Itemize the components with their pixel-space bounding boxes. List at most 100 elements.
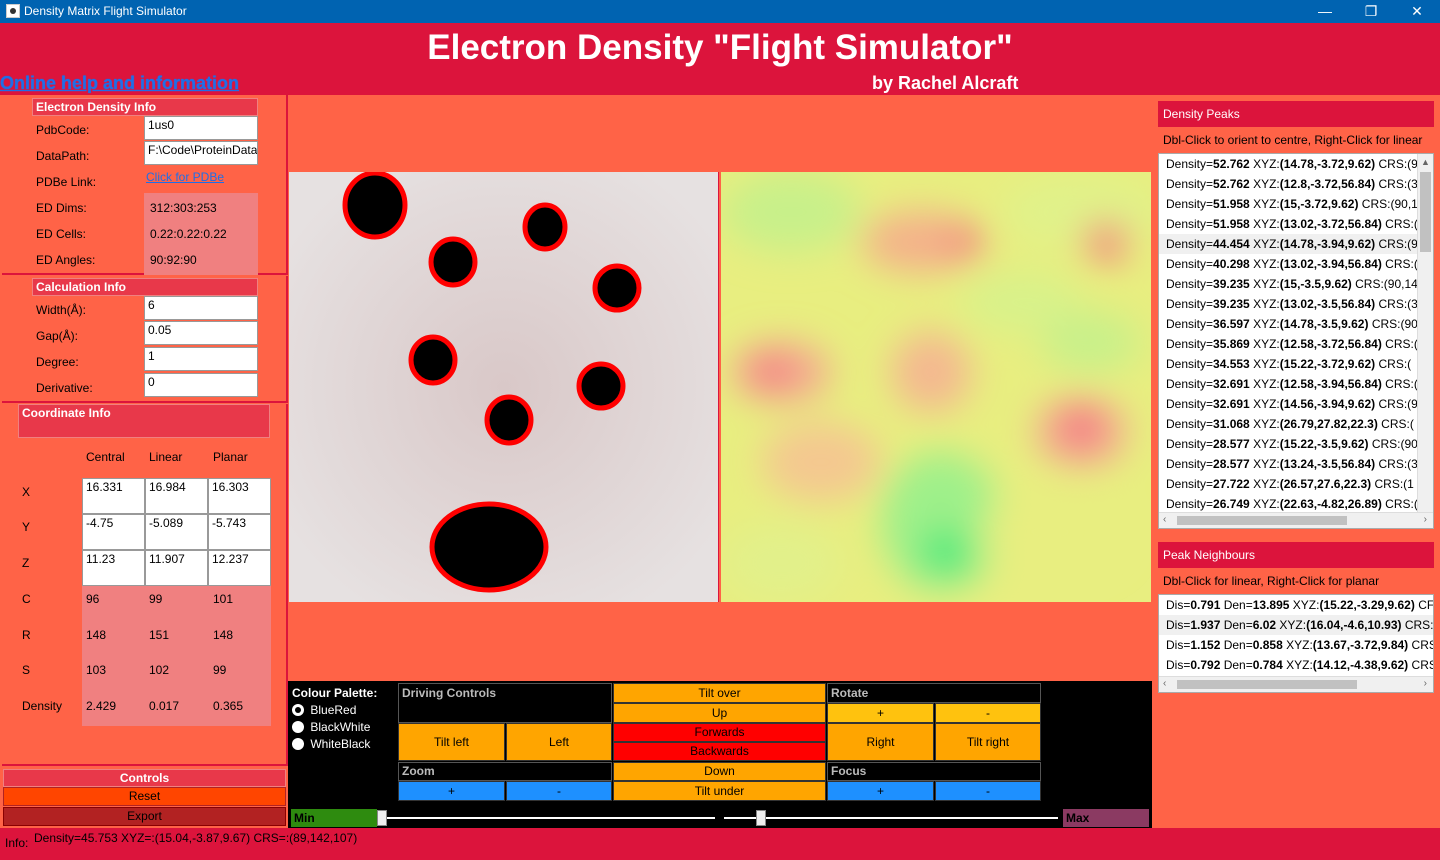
peak-xyz-value: (13.02,-3.5,56.84) [1279,297,1376,311]
z-central-input[interactable]: 11.23 [82,550,145,586]
gap-input[interactable]: 0.05 [144,321,258,345]
peak-neighbours-hscroll-thumb[interactable] [1177,680,1357,689]
peak-density-label: Density= [1166,257,1214,271]
peak-density-value: 32.691 [1213,377,1250,391]
density-peaks-vscroll-thumb[interactable] [1420,172,1431,252]
z-linear-input[interactable]: 11.907 [145,550,208,586]
zoom-plus-button[interactable]: + [398,781,505,801]
density-peak-item[interactable]: Density=28.577 XYZ:(13.24,-3.5,56.84) CR… [1159,454,1418,474]
peak-crs-value: CRS:(90,1 [1358,197,1418,211]
palette-option-whiteblack[interactable]: WhiteBlack [292,736,370,751]
peak-xyz-value: (15,-3.72,9.62) [1279,197,1359,211]
density-peak-item[interactable]: Density=36.597 XYZ:(14.78,-3.5,9.62) CRS… [1159,314,1418,334]
export-button[interactable]: Export [3,807,286,826]
x-planar-input[interactable]: 16.303 [208,478,271,514]
density-peak-item[interactable]: Density=34.553 XYZ:(15.22,-3.72,9.62) CR… [1159,354,1418,374]
density-peaks-list[interactable]: Density=52.762 XYZ:(14.78,-3.72,9.62) CR… [1158,153,1434,529]
density-peak-item[interactable]: Density=44.454 XYZ:(14.78,-3.94,9.62) CR… [1159,234,1418,254]
rotate-plus-button[interactable]: + [827,703,934,723]
x-linear-input[interactable]: 16.984 [145,478,208,514]
peak-neighbours-list[interactable]: Dis=0.791 Den=13.895 XYZ:(15.22,-3.29,9.… [1158,594,1434,693]
y-planar-input[interactable]: -5.743 [208,514,271,550]
tilt-over-button[interactable]: Tilt over [613,683,826,703]
scroll-left-icon[interactable]: ‹ [1163,514,1166,525]
peak-xyz-value: (12.58,-3.94,56.84) [1279,377,1382,391]
peak-neighbour-item[interactable]: Dis=0.792 Den=0.784 XYZ:(14.12,-4.38,9.6… [1159,655,1433,675]
density-peak-item[interactable]: Density=35.869 XYZ:(12.58,-3.72,56.84) C… [1159,334,1418,354]
min-slider-thumb[interactable] [377,810,387,826]
up-button[interactable]: Up [613,703,826,723]
down-button[interactable]: Down [613,762,826,781]
scroll-right-icon[interactable]: › [1424,678,1427,689]
pdbcode-input[interactable]: 1us0 [144,116,258,140]
density-map-left[interactable] [289,172,719,602]
density-peaks-vscroll[interactable]: ▲ [1417,154,1433,513]
tilt-left-button[interactable]: Tilt left [398,723,505,761]
forwards-button[interactable]: Forwards [613,723,826,742]
pdbe-link[interactable]: Click for PDBe [146,170,224,184]
density-peak-item[interactable]: Density=52.762 XYZ:(12.8,-3.72,56.84) CR… [1159,174,1418,194]
focus-minus-button[interactable]: - [935,781,1041,801]
peak-crs-value: CRS:(3 [1375,457,1418,471]
peak-neighbour-item[interactable]: Dis=1.152 Den=0.858 XYZ:(13.67,-3.72,9.8… [1159,635,1433,655]
density-peak-item[interactable]: Density=26.749 XYZ:(22.63,-4.82,26.89) C… [1159,494,1418,514]
tilt-right-button[interactable]: Tilt right [935,723,1041,761]
peak-xyz-value: (15,-3.5,9.62) [1279,277,1352,291]
y-linear-input[interactable]: -5.089 [145,514,208,550]
density-peak-item[interactable]: Density=39.235 XYZ:(15,-3.5,9.62) CRS:(9… [1159,274,1418,294]
density-peak-item[interactable]: Density=39.235 XYZ:(13.02,-3.5,56.84) CR… [1159,294,1418,314]
peak-neighbour-item[interactable]: Dis=0.791 Den=13.895 XYZ:(15.22,-3.29,9.… [1159,595,1433,615]
neighbour-dis-label: Dis= [1166,618,1191,632]
density-peak-item[interactable]: Density=32.691 XYZ:(14.56,-3.94,9.62) CR… [1159,394,1418,414]
density-peaks-hscroll-thumb[interactable] [1177,516,1347,525]
focus-plus-button[interactable]: + [827,781,934,801]
calculation-info-section: Calculation Info Width(Å): 6 Gap(Å): 0.0… [2,276,288,403]
peak-density-label: Density= [1166,397,1214,411]
max-slider-thumb[interactable] [756,810,766,826]
zoom-minus-button[interactable]: - [506,781,612,801]
peak-neighbour-item[interactable]: Dis=1.937 Den=6.02 XYZ:(16.04,-4.6,10.93… [1159,615,1433,635]
peak-density-value: 35.869 [1213,337,1250,351]
density-peak-item[interactable]: Density=40.298 XYZ:(13.02,-3.94,56.84) C… [1159,254,1418,274]
density-peak-item[interactable]: Density=52.762 XYZ:(14.78,-3.72,9.62) CR… [1159,154,1418,174]
tilt-under-button[interactable]: Tilt under [613,781,826,801]
density-peak-item[interactable]: Density=28.577 XYZ:(15.22,-3.5,9.62) CRS… [1159,434,1418,454]
density-peaks-hscroll[interactable]: ‹ › [1159,512,1433,528]
scroll-up-icon[interactable]: ▲ [1421,157,1430,167]
pdbcode-label: PdbCode: [36,123,90,137]
max-slider-track[interactable] [724,817,1058,819]
peak-density-label: Density= [1166,317,1214,331]
width-input[interactable]: 6 [144,296,258,320]
scroll-right-icon[interactable]: › [1424,514,1427,525]
degree-input[interactable]: 1 [144,347,258,371]
palette-option-blackwhite[interactable]: BlackWhite [292,719,370,734]
peak-neighbours-hscroll[interactable]: ‹ › [1159,676,1433,692]
author-byline: by Rachel Alcraft [872,73,1019,93]
x-central-input[interactable]: 16.331 [82,478,145,514]
rotate-minus-button[interactable]: - [935,703,1041,723]
derivative-input[interactable]: 0 [144,373,258,397]
reset-button[interactable]: Reset [3,787,286,806]
datapath-input[interactable]: F:\Code\ProteinData [144,141,258,165]
left-button[interactable]: Left [506,723,612,761]
y-central-input[interactable]: -4.75 [82,514,145,550]
help-link[interactable]: Online help and information [0,73,239,94]
palette-option-bluered[interactable]: BlueRed [292,702,356,717]
neighbour-xyz-value: (16.04,-4.6,10.93) [1306,618,1402,632]
minimize-button[interactable]: — [1302,0,1348,23]
density-peak-item[interactable]: Density=27.722 XYZ:(26.57,27.6,22.3) CRS… [1159,474,1418,494]
peak-crs-value: CRS:( [1377,417,1414,431]
density-peak-item[interactable]: Density=51.958 XYZ:(13.02,-3.72,56.84) C… [1159,214,1418,234]
min-slider-track[interactable] [381,817,715,819]
density-peak-item[interactable]: Density=51.958 XYZ:(15,-3.72,9.62) CRS:(… [1159,194,1418,214]
z-planar-input[interactable]: 12.237 [208,550,271,586]
density-peak-item[interactable]: Density=32.691 XYZ:(12.58,-3.94,56.84) C… [1159,374,1418,394]
neighbour-xyz-label: XYZ: [1282,638,1313,652]
scroll-left-icon[interactable]: ‹ [1163,678,1166,689]
backwards-button[interactable]: Backwards [613,742,826,761]
right-button[interactable]: Right [827,723,934,761]
density-map-right[interactable] [721,172,1151,602]
density-peak-item[interactable]: Density=31.068 XYZ:(26.79,27.82,22.3) CR… [1159,414,1418,434]
restore-button[interactable]: ❐ [1348,0,1394,23]
close-button[interactable]: ✕ [1394,0,1440,23]
